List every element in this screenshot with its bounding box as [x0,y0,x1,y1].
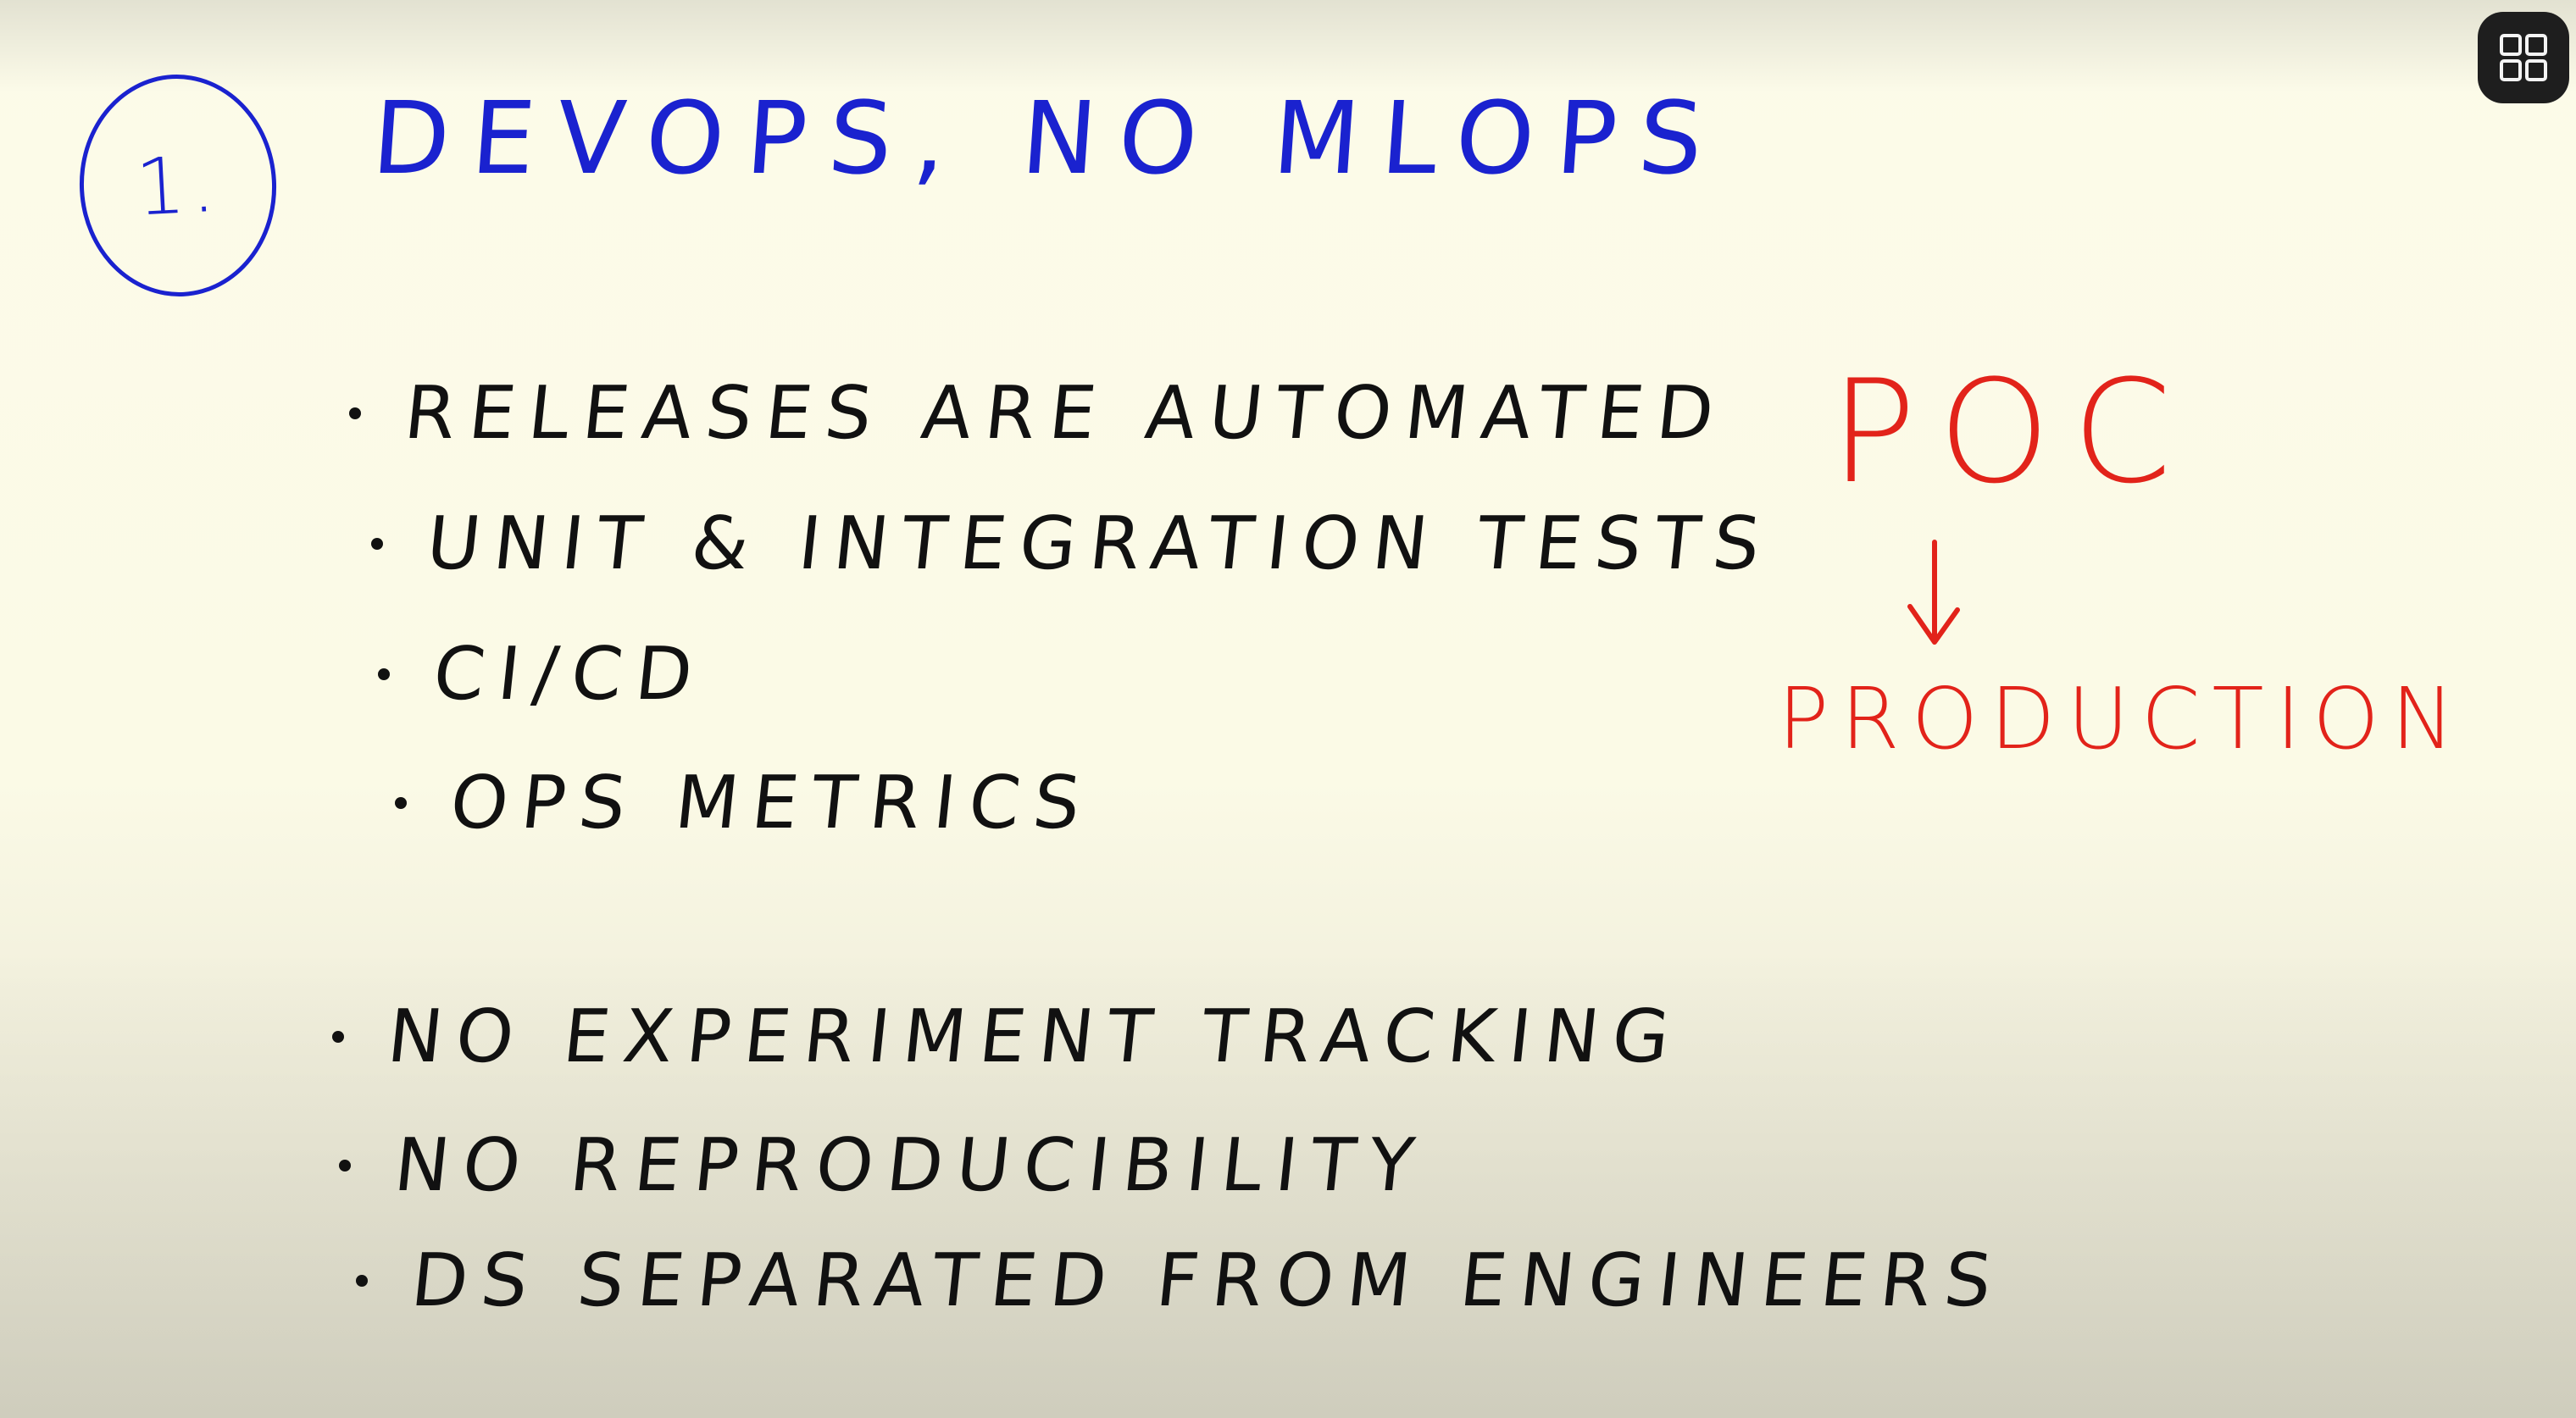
list-item: CI/CD [378,632,710,717]
bullet-dot [356,1275,368,1287]
section-number: 1. [133,137,223,234]
list-item-text: RELEASES ARE AUTOMATED [400,371,1732,456]
list-item: NO REPRODUCIBILITY [339,1123,1431,1208]
bullet-dot [378,668,390,680]
list-item: UNIT & INTEGRATION TESTS [371,501,1778,586]
list-item-text: CI/CD [429,632,710,717]
production-label: PRODUCTION [1778,669,2467,768]
list-item-text: DS SEPARATED FROM ENGINEERS [407,1238,2009,1323]
bullet-dot [349,407,361,419]
bullet-dot [371,538,383,550]
bullet-dot [339,1160,351,1172]
list-item: DS SEPARATED FROM ENGINEERS [356,1238,2009,1323]
grid-button[interactable] [2478,12,2569,103]
section-heading: DEVOPS, NO MLOPS [369,80,1729,197]
list-item: OPS METRICS [395,761,1098,845]
list-item: RELEASES ARE AUTOMATED [349,371,1731,456]
bullet-dot [395,797,407,809]
list-item-text: NO EXPERIMENT TRACKING [383,994,1687,1079]
bullet-dot [332,1031,344,1043]
down-arrow-icon [1907,540,1960,645]
poc-label: POC [1830,349,2194,515]
list-item: NO EXPERIMENT TRACKING [332,994,1687,1079]
list-item-text: OPS METRICS [446,761,1098,845]
list-item-text: NO REPRODUCIBILITY [390,1123,1432,1208]
section-number-circle: 1. [74,69,282,302]
list-item-text: UNIT & INTEGRATION TESTS [422,501,1778,586]
